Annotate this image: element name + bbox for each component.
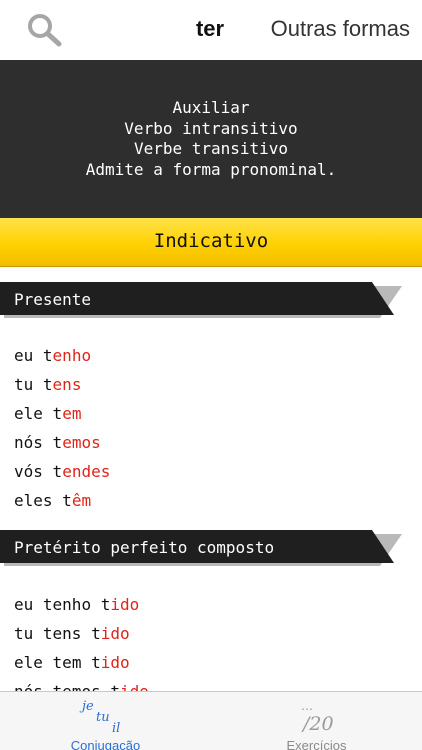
pronoun: eu [14,595,34,614]
auxiliary-verb: tenho [42,595,92,614]
tense-header: Presente [0,282,402,318]
tense-label: Pretérito perfeito composto [14,538,275,557]
verb-ending: ido [100,653,130,672]
verb-ending: ens [52,375,82,394]
verb-ending: ido [100,624,130,643]
top-bar: ter Outras formas [0,0,422,60]
verb-stem: t [91,653,101,672]
pronoun: ele [14,653,43,672]
tab-exercises[interactable]: … /20 Exercícios [211,692,422,750]
verb-ending: em [62,404,82,423]
pronoun: eles [14,491,53,510]
conjugation-icon-text: tu [96,710,110,725]
exercises-icon-text: … [301,699,313,713]
verb-ending: êm [71,491,92,510]
auxiliary-verb: tem [52,653,82,672]
conjugation-row: tu tens [14,370,414,399]
verb-stem: t [100,595,111,614]
tense-conjugation-rows: eu tenho tido tu tens tido ele tem tido … [14,590,414,691]
verb-title: ter [195,16,225,41]
verb-ending: endes [62,462,111,481]
verb-ending: ido [120,682,149,691]
conjugation-icon-text: je [79,699,94,714]
tense-header: Pretérito perfeito composto [0,530,402,566]
conjugation-icon: je tu il [79,699,120,734]
verb-stem: t [42,375,53,394]
conjugation-icon-text: il [112,721,120,734]
pronoun: nós [14,433,43,452]
verb-info-line: Auxiliar [172,98,250,117]
tab-bar: je tu il Conjugação … /20 Exercícios [0,691,422,750]
search-icon [28,14,62,47]
verb-stem: t [110,682,120,691]
conjugation-list[interactable]: Presente eu tenho tu tens ele tem nós te… [0,267,422,691]
verb-info-line: Verbe transitivo [133,139,289,158]
tab-label: Conjugação [70,738,141,750]
verb-ending: emos [62,433,101,452]
conjugation-row: nós temos tido [14,677,414,691]
verb-ending: enho [52,346,92,365]
verb-info-line: Admite a forma pronominal. [85,159,337,179]
pronoun: tu [14,375,34,394]
pronoun: tu [14,624,34,643]
other-forms-button[interactable]: Outras formas [271,16,410,42]
tab-conjugation[interactable]: je tu il Conjugação [0,692,211,750]
verb-info-panel: Auxiliar Verbo intransitivo Verbe transi… [0,60,422,218]
conjugation-row: tu tens tido [14,619,414,648]
auxiliary-verb: tens [42,624,82,643]
mood-header[interactable]: Indicativo [0,218,422,267]
verb-info-line: Verbo intransitivo [124,118,298,138]
verb-stem: t [42,346,53,365]
conjugation-row: ele tem tido [14,648,414,677]
verb-stem: t [52,462,63,481]
verb-ending: ido [110,595,140,614]
verb-stem: t [52,404,63,423]
verb-stem: t [62,491,72,510]
tab-label: Exercícios [286,738,347,750]
conjugation-row: eu tenho [14,341,414,370]
mood-label: Indicativo [153,230,269,252]
pronoun: vós [14,462,43,481]
auxiliary-verb: temos [53,682,101,691]
verb-info-lines: Auxiliar Verbo intransitivo Verbe transi… [0,98,422,180]
verb-stem: t [91,624,101,643]
pronoun: ele [14,404,43,423]
exercises-icon: … /20 [301,699,334,734]
conjugation-row: vós tendes [14,457,414,486]
pronoun: nós [14,682,43,691]
conjugation-row: eu tenho tido [14,590,414,619]
pronoun: eu [14,346,34,365]
conjugation-row: eles têm [14,486,414,515]
conjugation-row: ele tem [14,399,414,428]
tense-label: Presente [14,290,92,309]
conjugation-row: nós temos [14,428,414,457]
exercises-icon-text: /20 [301,713,334,734]
verb-stem: t [52,433,63,452]
search-button[interactable] [26,12,64,48]
tense-conjugation-rows: eu tenho tu tens ele tem nós temos vós t… [14,341,414,515]
